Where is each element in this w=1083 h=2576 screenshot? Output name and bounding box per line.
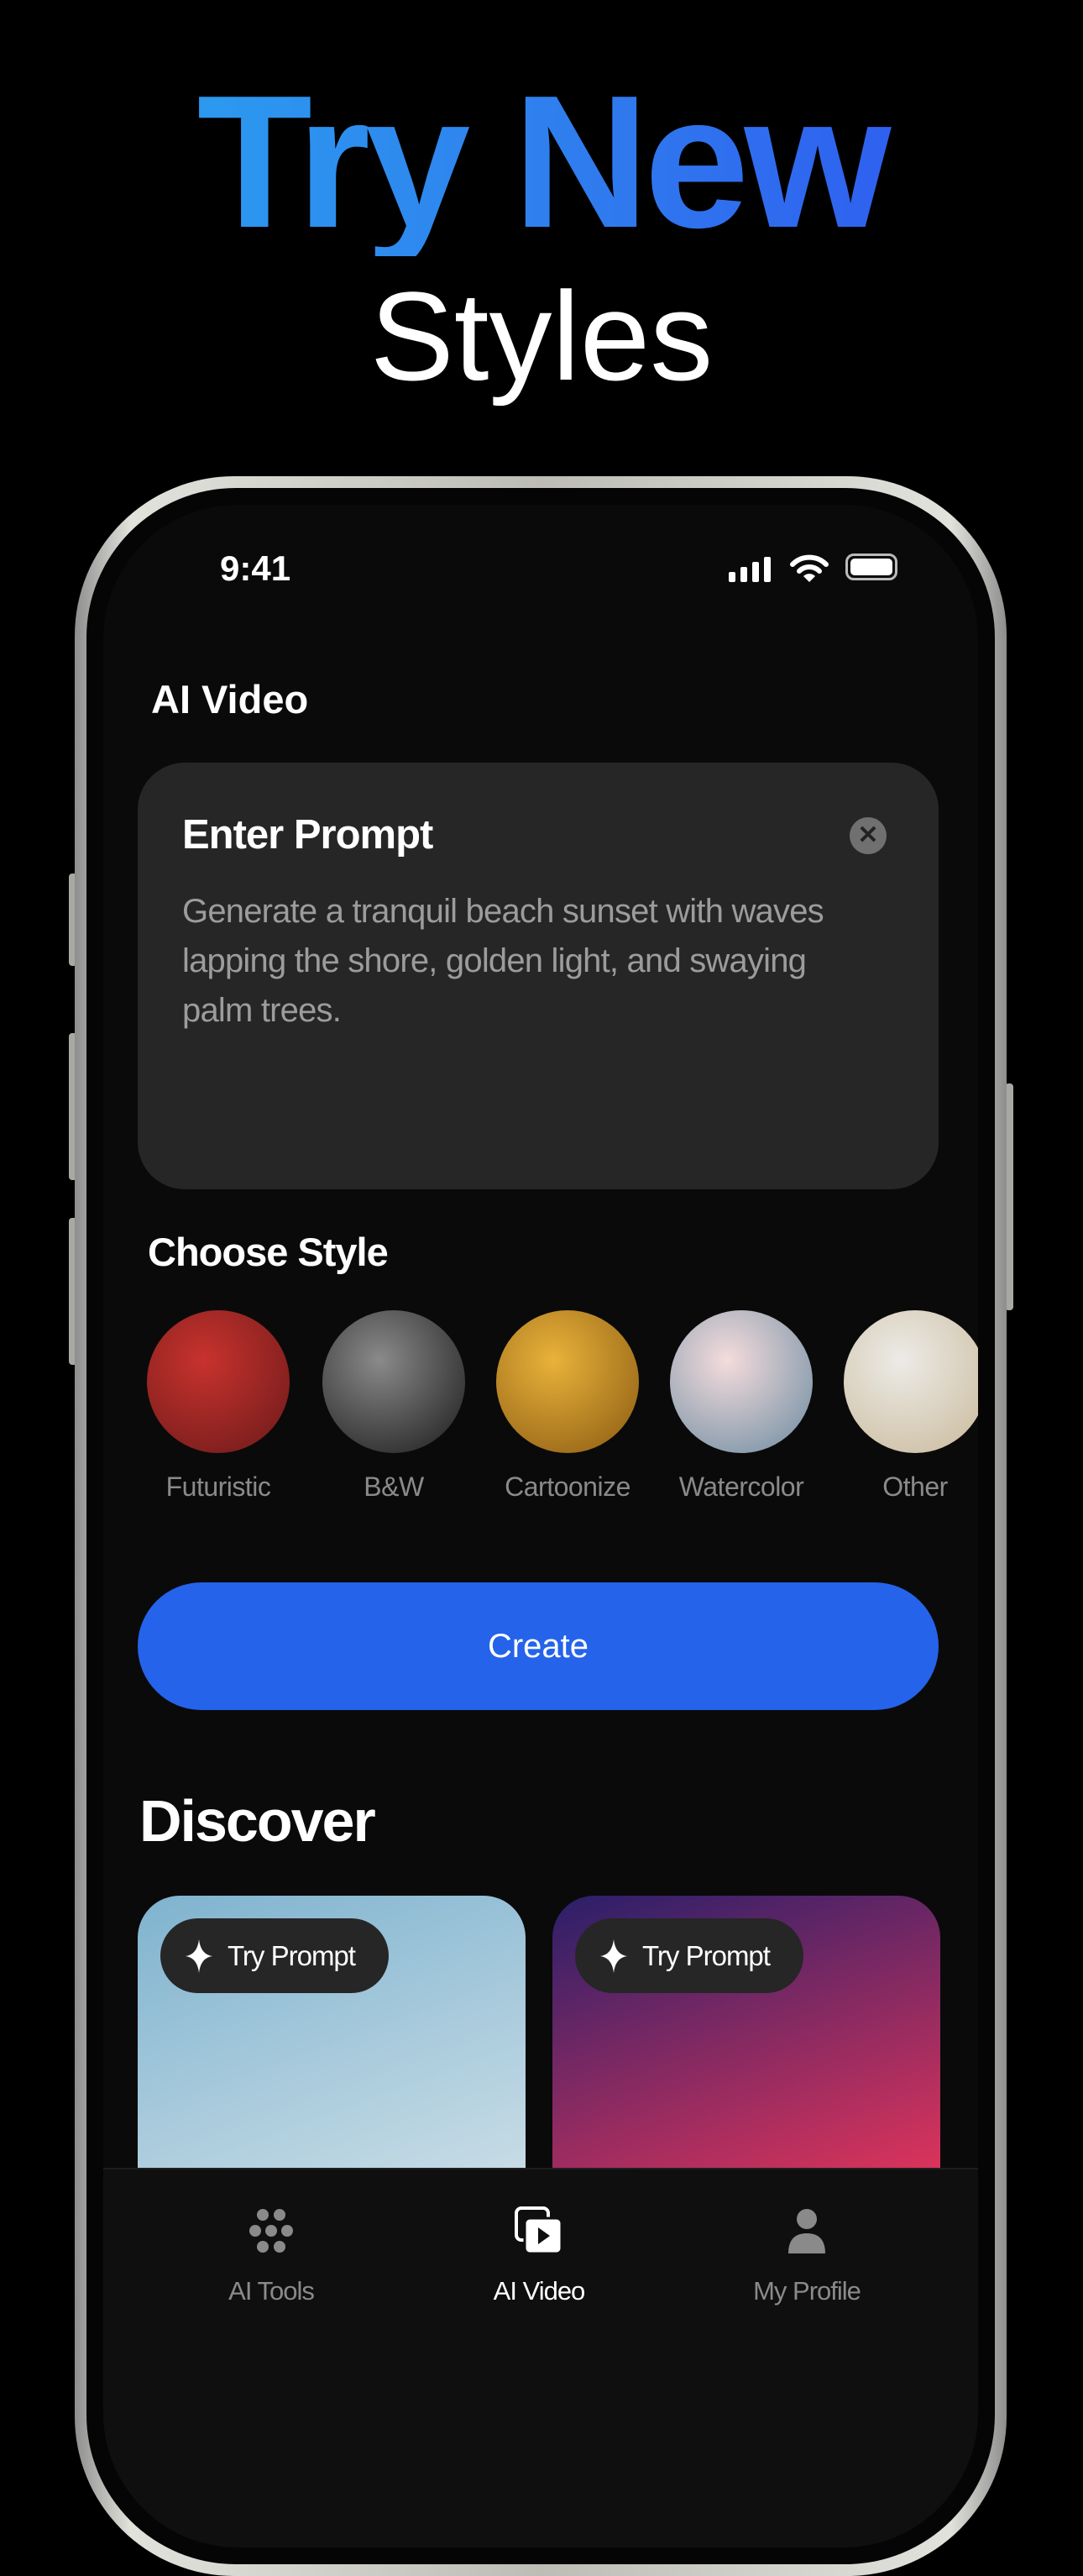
try-prompt-label: Try Prompt xyxy=(642,1939,771,1971)
wifi-icon xyxy=(790,554,829,582)
choose-style-title: Choose Style xyxy=(148,1230,389,1274)
style-thumbnail xyxy=(670,1310,813,1453)
grid-dots-icon xyxy=(170,2206,372,2256)
style-label: Watercolor xyxy=(678,1472,804,1502)
sparkle-icon xyxy=(186,1939,212,1973)
create-button[interactable]: Create xyxy=(138,1582,939,1710)
style-thumbnail xyxy=(496,1310,639,1453)
style-thumbnail xyxy=(844,1310,978,1453)
discover-card[interactable]: Try Prompt xyxy=(138,1896,526,2181)
try-prompt-button[interactable]: Try Prompt xyxy=(575,1918,803,1993)
battery-icon xyxy=(845,553,897,580)
style-option[interactable]: Futuristic xyxy=(139,1310,298,1503)
style-option[interactable]: Other xyxy=(835,1310,978,1503)
try-prompt-label: Try Prompt xyxy=(228,1939,356,1971)
discover-title: Discover xyxy=(139,1788,376,1854)
clear-prompt-button[interactable]: ✕ xyxy=(850,817,887,854)
style-label: Cartoonize xyxy=(505,1472,630,1502)
signal-icon xyxy=(729,557,771,582)
style-label: Other xyxy=(882,1472,948,1502)
phone-frame: 9:41 AI Video Enter Prompt ✕ Generate a … xyxy=(75,476,1007,2576)
tab-label: AI Video xyxy=(493,2276,586,2306)
video-play-icon xyxy=(438,2206,640,2256)
style-thumbnail xyxy=(322,1310,465,1453)
style-option[interactable]: Cartoonize xyxy=(488,1310,647,1503)
tab-ai-tools[interactable]: AI Tools xyxy=(170,2206,372,2306)
style-label: B&W xyxy=(364,1472,424,1502)
tab-label: My Profile xyxy=(753,2276,861,2306)
person-icon xyxy=(706,2206,908,2256)
style-thumbnail xyxy=(147,1310,290,1453)
style-option[interactable]: B&W xyxy=(314,1310,473,1503)
tab-label: AI Tools xyxy=(228,2276,315,2306)
status-time: 9:41 xyxy=(220,548,291,588)
style-option[interactable]: Watercolor xyxy=(662,1310,821,1503)
prompt-input[interactable]: Generate a tranquil beach sunset with wa… xyxy=(182,887,871,1036)
style-label: Futuristic xyxy=(165,1472,271,1502)
discover-card[interactable]: Try Prompt xyxy=(552,1896,940,2181)
close-icon: ✕ xyxy=(857,821,879,849)
sparkle-icon xyxy=(600,1939,627,1973)
try-prompt-button[interactable]: Try Prompt xyxy=(160,1918,389,1993)
headline-title: Try New xyxy=(0,67,1083,256)
prompt-title: Enter Prompt xyxy=(182,812,433,858)
tab-ai-video[interactable]: AI Video xyxy=(438,2206,640,2306)
app-screen: 9:41 AI Video Enter Prompt ✕ Generate a … xyxy=(103,505,978,2547)
prompt-card[interactable]: Enter Prompt ✕ Generate a tranquil beach… xyxy=(138,763,939,1189)
page-title: AI Video xyxy=(151,677,309,721)
headline-subtitle: Styles xyxy=(369,265,714,407)
tab-my-profile[interactable]: My Profile xyxy=(706,2206,908,2306)
